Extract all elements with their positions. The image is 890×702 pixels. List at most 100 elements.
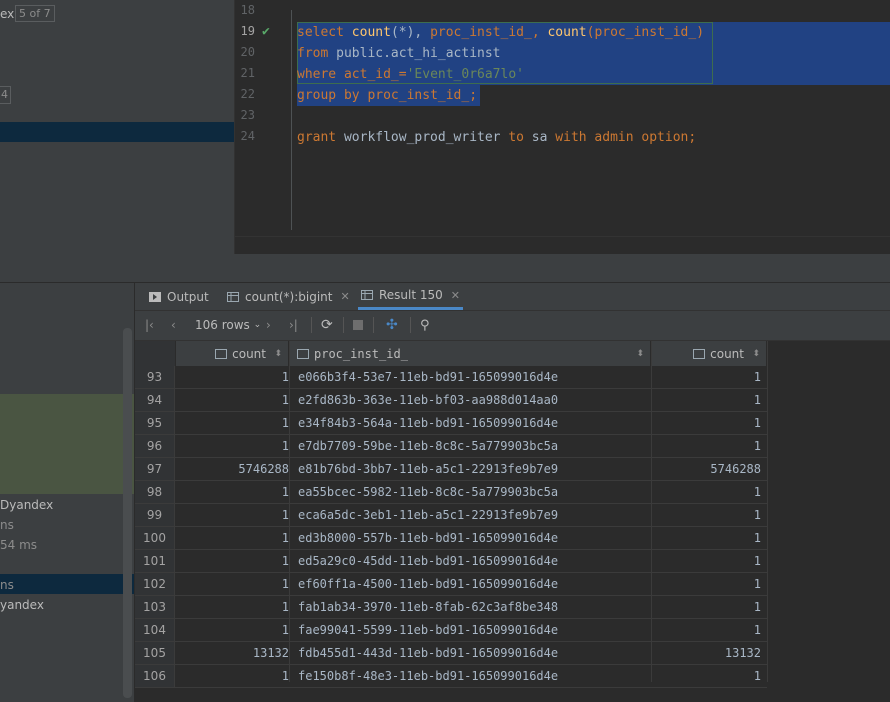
cell-count-2[interactable]: 1 bbox=[651, 550, 761, 572]
last-page-icon[interactable]: ›| bbox=[289, 316, 298, 334]
tree-item[interactable]: ns bbox=[0, 518, 14, 532]
search-label-fragment: ex bbox=[0, 7, 15, 21]
tab-count-bigint[interactable]: count(*):bigint ✕ bbox=[227, 283, 350, 310]
selected-tree-row[interactable] bbox=[0, 122, 234, 142]
close-icon[interactable]: ✕ bbox=[451, 289, 460, 302]
close-icon[interactable]: ✕ bbox=[340, 290, 349, 303]
cell-count[interactable]: 1 bbox=[176, 665, 289, 687]
tab-result-150[interactable]: Result 150 ✕ bbox=[358, 283, 464, 310]
tree-item[interactable]: yandex bbox=[0, 598, 44, 612]
row-number: 106 bbox=[135, 665, 175, 687]
selected-node[interactable] bbox=[0, 574, 134, 594]
cell-proc-inst-id[interactable]: fe150b8f-48e3-11eb-bd91-165099016d4e bbox=[298, 665, 648, 687]
table-row[interactable]: 93 1 e066b3f4-53e7-11eb-bd91-165099016d4e 1 bbox=[135, 366, 767, 389]
cell-count[interactable]: 1 bbox=[176, 389, 289, 411]
tree-item[interactable]: 54 ms bbox=[0, 538, 37, 552]
cell-count[interactable]: 1 bbox=[176, 573, 289, 595]
cell-count-2[interactable]: 1 bbox=[651, 596, 761, 618]
cell-count-2[interactable]: 1 bbox=[651, 389, 761, 411]
cell-count[interactable]: 1 bbox=[176, 504, 289, 526]
table-row[interactable]: 105 13132 fdb455d1-443d-11eb-bd91-16509901… bbox=[135, 642, 767, 665]
table-row[interactable]: 100 1 ed3b8000-557b-11eb-bd91-165099016d4e… bbox=[135, 527, 767, 550]
sort-icon[interactable]: ⬍ bbox=[636, 349, 644, 359]
cell-proc-inst-id[interactable]: eca6a5dc-3eb1-11eb-a5c1-22913fe9b7e9 bbox=[298, 504, 648, 526]
tree-item[interactable]: Dyandex bbox=[0, 498, 53, 512]
cell-count-2[interactable]: 1 bbox=[651, 619, 761, 641]
cell-count[interactable]: 13132 bbox=[176, 642, 289, 664]
column-icon bbox=[693, 348, 706, 359]
table-row[interactable]: 106 1 fe150b8f-48e3-11eb-bd91-165099016d4e… bbox=[135, 665, 767, 688]
cell-proc-inst-id[interactable]: fab1ab34-3970-11eb-8fab-62c3af8be348 bbox=[298, 596, 648, 618]
column-header-label: count bbox=[232, 346, 266, 361]
cell-count-2[interactable]: 1 bbox=[651, 412, 761, 434]
table-row[interactable]: 99 1 eca6a5dc-3eb1-11eb-a5c1-22913fe9b7e9 1 bbox=[135, 504, 767, 527]
panel-scrollbar[interactable] bbox=[123, 328, 132, 698]
editor-horizontal-scrollbar[interactable] bbox=[235, 236, 890, 255]
cell-count-2[interactable]: 1 bbox=[651, 665, 761, 687]
cell-count[interactable]: 1 bbox=[176, 412, 289, 434]
cell-proc-inst-id[interactable]: e34f84b3-564a-11eb-bd91-165099016d4e bbox=[298, 412, 648, 434]
column-icon bbox=[297, 348, 309, 359]
code-line-22: group by proc_inst_id_; bbox=[297, 88, 478, 103]
column-header-count[interactable]: count ⬍ bbox=[176, 341, 289, 366]
cell-proc-inst-id[interactable]: fdb455d1-443d-11eb-bd91-165099016d4e bbox=[298, 642, 648, 664]
refresh-icon[interactable]: ⟳ bbox=[321, 316, 333, 334]
table-row[interactable]: 95 1 e34f84b3-564a-11eb-bd91-165099016d4e 1 bbox=[135, 412, 767, 435]
tree-item[interactable]: ns bbox=[0, 578, 14, 592]
column-header-count-2[interactable]: count ⬍ bbox=[652, 341, 767, 366]
cell-proc-inst-id[interactable]: ed5a29c0-45dd-11eb-bd91-165099016d4e bbox=[298, 550, 648, 572]
cell-proc-inst-id[interactable]: ef60ff1a-4500-11eb-bd91-165099016d4e bbox=[298, 573, 648, 595]
table-row[interactable]: 94 1 e2fd863b-363e-11eb-bf03-aa988d014aa0 1 bbox=[135, 389, 767, 412]
sql-editor[interactable]: 18 19 ✔ 20 21 22 23 24 select count(*), … bbox=[235, 0, 890, 236]
pin-icon[interactable]: ⚲ bbox=[420, 316, 430, 334]
table-row[interactable]: 97 5746288 e81b76bd-3bb7-11eb-a5c1-22913fe… bbox=[135, 458, 767, 481]
sort-icon[interactable]: ⬍ bbox=[752, 349, 760, 359]
cell-proc-inst-id[interactable]: e2fd863b-363e-11eb-bf03-aa988d014aa0 bbox=[298, 389, 648, 411]
cell-count-2[interactable]: 1 bbox=[651, 435, 761, 457]
cell-proc-inst-id[interactable]: fae99041-5599-11eb-bd91-165099016d4e bbox=[298, 619, 648, 641]
table-row[interactable]: 98 1 ea55bcec-5982-11eb-8c8c-5a779903bc5a 1 bbox=[135, 481, 767, 504]
table-row[interactable]: 96 1 e7db7709-59be-11eb-8c8c-5a779903bc5a 1 bbox=[135, 435, 767, 458]
cell-count[interactable]: 1 bbox=[176, 435, 289, 457]
cell-count-2[interactable]: 5746288 bbox=[651, 458, 761, 480]
cell-proc-inst-id[interactable]: e7db7709-59be-11eb-8c8c-5a779903bc5a bbox=[298, 435, 648, 457]
cell-proc-inst-id[interactable]: ed3b8000-557b-11eb-bd91-165099016d4e bbox=[298, 527, 648, 549]
cell-count[interactable]: 1 bbox=[176, 596, 289, 618]
cell-count-2[interactable]: 1 bbox=[651, 573, 761, 595]
tool-window-divider[interactable] bbox=[0, 254, 890, 282]
cell-count[interactable]: 1 bbox=[176, 527, 289, 549]
table-row[interactable]: 102 1 ef60ff1a-4500-11eb-bd91-165099016d4e… bbox=[135, 573, 767, 596]
stop-icon[interactable] bbox=[353, 316, 363, 334]
cell-count[interactable]: 1 bbox=[176, 550, 289, 572]
cell-proc-inst-id[interactable]: e066b3f4-53e7-11eb-bd91-165099016d4e bbox=[298, 366, 648, 388]
previous-page-icon[interactable]: ‹ bbox=[171, 316, 176, 334]
table-icon bbox=[227, 291, 239, 302]
cell-count-2[interactable]: 1 bbox=[651, 481, 761, 503]
cell-proc-inst-id[interactable]: ea55bcec-5982-11eb-8c8c-5a779903bc5a bbox=[298, 481, 648, 503]
table-row[interactable]: 101 1 ed5a29c0-45dd-11eb-bd91-165099016d4e… bbox=[135, 550, 767, 573]
cell-count[interactable]: 1 bbox=[176, 481, 289, 503]
next-page-icon[interactable]: › bbox=[266, 316, 271, 334]
column-divider bbox=[767, 341, 768, 682]
transpose-icon[interactable]: ✣ bbox=[386, 316, 398, 334]
first-page-icon[interactable]: |‹ bbox=[145, 316, 154, 334]
table-row[interactable]: 103 1 fab1ab34-3970-11eb-8fab-62c3af8be348… bbox=[135, 596, 767, 619]
row-number: 101 bbox=[135, 550, 175, 572]
cell-count-2[interactable]: 1 bbox=[651, 504, 761, 526]
cell-count[interactable]: 1 bbox=[176, 366, 289, 388]
cell-count-2[interactable]: 1 bbox=[651, 366, 761, 388]
cell-count-2[interactable]: 13132 bbox=[651, 642, 761, 664]
cell-count-2[interactable]: 1 bbox=[651, 527, 761, 549]
cell-count[interactable]: 1 bbox=[176, 619, 289, 641]
row-number: 102 bbox=[135, 573, 175, 595]
toolbar-separator bbox=[410, 317, 411, 333]
column-header-label: proc_inst_id_ bbox=[314, 346, 408, 361]
tab-output[interactable]: Output bbox=[149, 283, 209, 310]
column-header-proc-inst-id[interactable]: proc_inst_id_ ⬍ bbox=[290, 341, 651, 366]
cell-proc-inst-id[interactable]: e81b76bd-3bb7-11eb-a5c1-22913fe9b7e9 bbox=[298, 458, 648, 480]
table-row[interactable]: 104 1 fae99041-5599-11eb-bd91-165099016d4e… bbox=[135, 619, 767, 642]
cell-count[interactable]: 5746288 bbox=[176, 458, 289, 480]
rows-count-dropdown[interactable]: 106 rows ⌄ bbox=[195, 316, 261, 334]
sort-icon[interactable]: ⬍ bbox=[274, 349, 282, 359]
row-number: 103 bbox=[135, 596, 175, 618]
